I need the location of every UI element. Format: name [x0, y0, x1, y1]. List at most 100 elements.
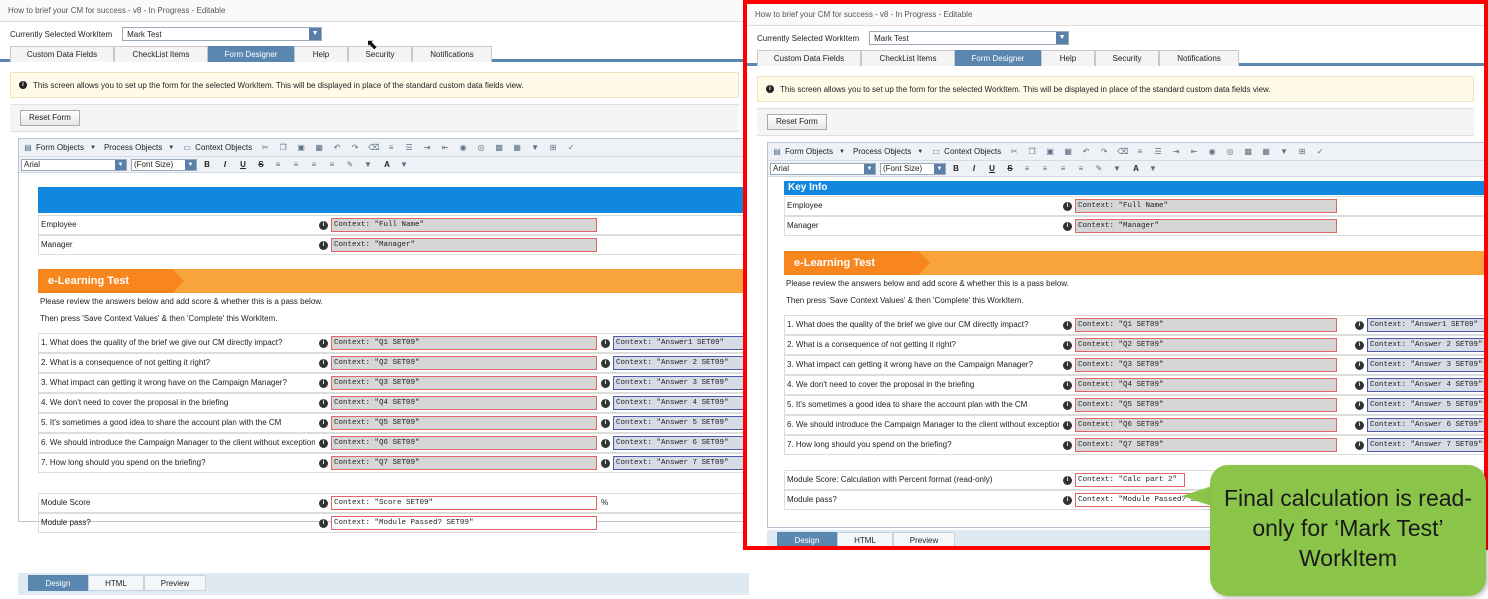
- info-icon[interactable]: i: [1355, 321, 1364, 330]
- info-icon[interactable]: i: [319, 519, 328, 528]
- paste-special-icon[interactable]: ▦: [314, 143, 324, 153]
- tab-preview[interactable]: Preview: [144, 575, 206, 591]
- paste-special-icon[interactable]: ▦: [1063, 147, 1073, 157]
- question-context-field[interactable]: Context: "Q7 SET09": [1075, 438, 1337, 452]
- outdent-icon[interactable]: ⇤: [440, 143, 450, 153]
- question-context-field[interactable]: Context: "Q1 SET09": [1075, 318, 1337, 332]
- manager-context-field[interactable]: Context: "Manager": [331, 238, 597, 252]
- tab-preview[interactable]: Preview: [893, 532, 955, 546]
- image-icon[interactable]: ▩: [1243, 147, 1253, 157]
- info-icon[interactable]: i: [1355, 341, 1364, 350]
- info-icon[interactable]: i: [1063, 321, 1072, 330]
- answer-context-field[interactable]: Context: "Answer 4 SET09": [1367, 378, 1484, 392]
- question-context-field[interactable]: Context: "Q2 SET09": [1075, 338, 1337, 352]
- align-right-icon[interactable]: ≡: [309, 160, 319, 170]
- info-icon[interactable]: i: [601, 379, 610, 388]
- table-icon[interactable]: ▦: [512, 143, 522, 153]
- tab-html[interactable]: HTML: [837, 532, 893, 546]
- tab-notifications[interactable]: Notifications: [412, 46, 492, 62]
- strike-button[interactable]: S: [255, 160, 267, 169]
- bullet-list-icon[interactable]: ☰: [404, 143, 414, 153]
- employee-context-field[interactable]: Context: "Full Name": [331, 218, 597, 232]
- outdent-icon[interactable]: ⇤: [1189, 147, 1199, 157]
- table-icon[interactable]: ▦: [1261, 147, 1271, 157]
- tab-checklist-items[interactable]: CheckList Items: [114, 46, 208, 62]
- info-icon[interactable]: i: [319, 439, 328, 448]
- tab-custom-data-fields[interactable]: Custom Data Fields: [757, 50, 861, 66]
- info-icon[interactable]: i: [601, 399, 610, 408]
- font-size-select[interactable]: (Font Size) ▼: [880, 162, 946, 175]
- highlight-icon[interactable]: ✎: [345, 160, 355, 170]
- highlight-icon[interactable]: ✎: [1094, 164, 1104, 174]
- strike-button[interactable]: S: [1004, 164, 1016, 173]
- info-icon[interactable]: i: [601, 439, 610, 448]
- form-objects-menu[interactable]: ▤ Form Objects ▼: [23, 143, 96, 153]
- ordered-list-icon[interactable]: ≡: [386, 143, 396, 153]
- info-icon[interactable]: i: [1355, 401, 1364, 410]
- tab-help[interactable]: Help: [1041, 50, 1095, 66]
- undo-icon[interactable]: ↶: [1081, 147, 1091, 157]
- tab-design[interactable]: Design: [28, 575, 88, 591]
- font-name-select[interactable]: Arial ▼: [770, 162, 876, 175]
- info-icon[interactable]: i: [1063, 476, 1072, 485]
- info-icon[interactable]: i: [319, 339, 328, 348]
- info-icon[interactable]: i: [1063, 441, 1072, 450]
- eraser-icon[interactable]: ⌫: [368, 143, 379, 153]
- underline-button[interactable]: U: [237, 160, 249, 169]
- align-right-icon[interactable]: ≡: [1058, 164, 1068, 174]
- font-color-menu-icon[interactable]: ▼: [399, 160, 409, 170]
- font-color-button[interactable]: A: [381, 160, 393, 169]
- bold-button[interactable]: B: [950, 164, 962, 173]
- spellcheck-icon[interactable]: ✓: [566, 143, 576, 153]
- paste-icon[interactable]: ▣: [1045, 147, 1055, 157]
- answer-context-field[interactable]: Context: "Answer 3 SET09": [1367, 358, 1484, 372]
- info-icon[interactable]: i: [1063, 222, 1072, 231]
- redo-icon[interactable]: ↷: [1099, 147, 1109, 157]
- table-menu-icon[interactable]: ▼: [530, 143, 540, 153]
- font-color-button[interactable]: A: [1130, 164, 1142, 173]
- tab-form-designer[interactable]: Form Designer: [955, 50, 1041, 66]
- answer-context-field[interactable]: Context: "Answer 5 SET09": [1367, 398, 1484, 412]
- form-objects-menu[interactable]: ▤ Form Objects ▼: [772, 147, 845, 157]
- answer-context-field[interactable]: Context: "Answer 7 SET09": [1367, 438, 1484, 452]
- reset-form-button[interactable]: Reset Form: [767, 114, 827, 130]
- tab-html[interactable]: HTML: [88, 575, 144, 591]
- align-center-icon[interactable]: ≡: [1040, 164, 1050, 174]
- info-icon[interactable]: i: [601, 339, 610, 348]
- copy-icon[interactable]: ❐: [1027, 147, 1037, 157]
- image-icon[interactable]: ▩: [494, 143, 504, 153]
- info-icon[interactable]: i: [1063, 401, 1072, 410]
- align-left-icon[interactable]: ≡: [1022, 164, 1032, 174]
- link-icon[interactable]: ◉: [1207, 147, 1217, 157]
- process-objects-menu[interactable]: Process Objects ▼: [104, 143, 174, 152]
- indent-icon[interactable]: ⇥: [1171, 147, 1181, 157]
- indent-icon[interactable]: ⇥: [422, 143, 432, 153]
- chevron-down-icon[interactable]: ▼: [1056, 32, 1069, 44]
- align-left-icon[interactable]: ≡: [273, 160, 283, 170]
- question-context-field[interactable]: Context: "Q7 SET09": [331, 456, 597, 470]
- unlink-icon[interactable]: ◎: [476, 143, 486, 153]
- font-name-select[interactable]: Arial ▼: [21, 158, 127, 171]
- employee-context-field[interactable]: Context: "Full Name": [1075, 199, 1337, 213]
- bold-button[interactable]: B: [201, 160, 213, 169]
- question-context-field[interactable]: Context: "Q4 SET09": [1075, 378, 1337, 392]
- tab-help[interactable]: Help: [294, 46, 348, 62]
- info-icon[interactable]: i: [319, 499, 328, 508]
- answer-context-field[interactable]: Context: "Answer 5 SET09": [613, 416, 749, 430]
- info-icon[interactable]: i: [1063, 381, 1072, 390]
- info-icon[interactable]: i: [319, 459, 328, 468]
- tab-security[interactable]: Security: [348, 46, 412, 62]
- copy-icon[interactable]: ❐: [278, 143, 288, 153]
- module-pass-context-field[interactable]: Context: "Module Passed? SET09": [331, 516, 597, 530]
- info-icon[interactable]: i: [319, 419, 328, 428]
- spellcheck-icon[interactable]: ✓: [1315, 147, 1325, 157]
- reset-form-button[interactable]: Reset Form: [20, 110, 80, 126]
- tab-design[interactable]: Design: [777, 532, 837, 546]
- question-context-field[interactable]: Context: "Q2 SET09": [331, 356, 597, 370]
- cut-icon[interactable]: ✂: [260, 143, 270, 153]
- answer-context-field[interactable]: Context: "Answer 7 SET09": [613, 456, 749, 470]
- tab-checklist-items[interactable]: CheckList Items: [861, 50, 955, 66]
- answer-context-field[interactable]: Context: "Answer1 SET09": [613, 336, 749, 350]
- question-context-field[interactable]: Context: "Q5 SET09": [1075, 398, 1337, 412]
- question-context-field[interactable]: Context: "Q6 SET09": [331, 436, 597, 450]
